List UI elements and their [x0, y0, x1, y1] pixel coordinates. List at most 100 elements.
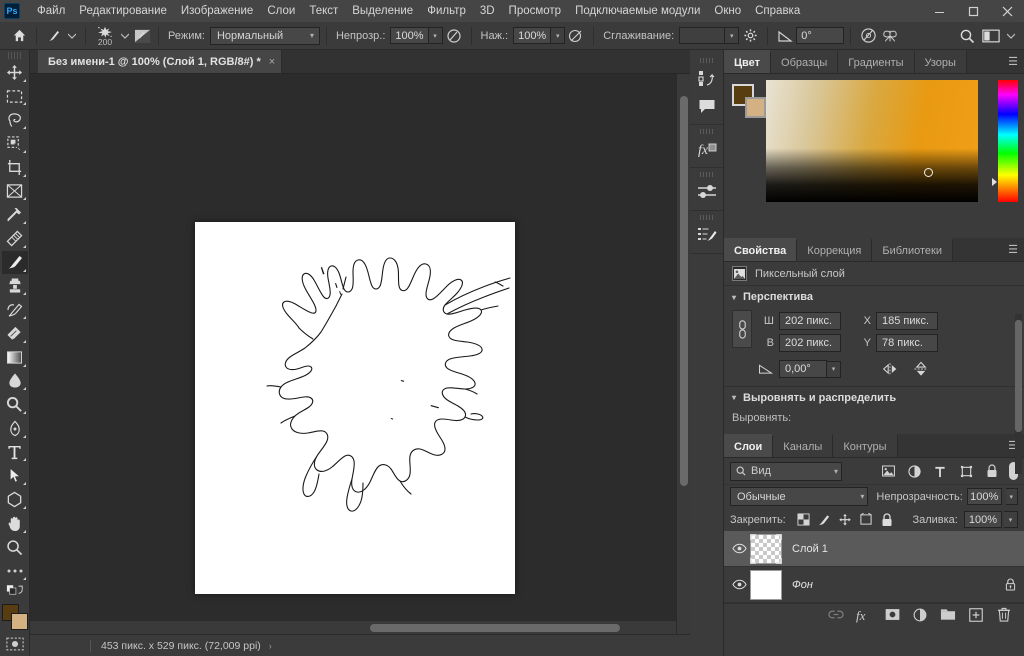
x-field[interactable]: 185 пикс.	[876, 312, 938, 330]
adjustments-icon[interactable]	[690, 178, 724, 206]
fill-value[interactable]: 100%	[963, 511, 1002, 528]
menu-help[interactable]: Справка	[748, 2, 807, 20]
canvas-vertical-scroll-thumb[interactable]	[680, 96, 688, 486]
pen-tool[interactable]	[2, 417, 28, 440]
quick-selection-tool[interactable]	[2, 132, 28, 155]
angle-value[interactable]: 0°	[796, 27, 845, 44]
menu-layers[interactable]: Слои	[260, 2, 302, 20]
dock-grip[interactable]	[699, 129, 714, 134]
layer-visibility-icon[interactable]	[728, 543, 750, 554]
width-field[interactable]: 202 пикс.	[779, 312, 841, 330]
angle-chevron-icon[interactable]: ▾	[827, 360, 841, 378]
lock-transparency-icon[interactable]	[794, 510, 813, 529]
symmetry-icon[interactable]	[857, 25, 879, 47]
shape-tool[interactable]	[2, 488, 28, 511]
canvas-vertical-scrollbar[interactable]	[676, 74, 690, 634]
tab-paths[interactable]: Контуры	[833, 434, 898, 457]
menu-select[interactable]: Выделение	[345, 2, 420, 20]
filter-type-icon[interactable]	[929, 461, 951, 481]
menu-edit[interactable]: Редактирование	[72, 2, 174, 20]
new-layer-icon[interactable]	[966, 605, 986, 625]
workspace-switcher-icon[interactable]	[978, 25, 1004, 47]
tab-swatches[interactable]: Образцы	[771, 50, 839, 73]
brush-size-chevron-icon[interactable]	[118, 25, 132, 47]
search-icon[interactable]	[956, 25, 978, 47]
background-color-swatch[interactable]	[10, 612, 28, 630]
tool-color-swatches[interactable]	[1, 603, 28, 630]
frame-tool[interactable]	[2, 180, 28, 203]
lock-image-icon[interactable]	[815, 510, 834, 529]
blur-tool[interactable]	[2, 370, 28, 393]
crop-tool[interactable]	[2, 156, 28, 179]
eyedropper-tool[interactable]	[2, 203, 28, 226]
tab-color[interactable]: Цвет	[724, 50, 772, 73]
layer-name[interactable]: Слой 1	[792, 543, 1016, 555]
brush-preset-chevron-icon[interactable]	[65, 25, 79, 47]
layer-blend-mode-select[interactable]: Обычные ▾	[730, 487, 869, 506]
smoothing-chevron-icon[interactable]: ▾	[725, 27, 740, 44]
flow-chevron-icon[interactable]: ▾	[551, 27, 566, 44]
smoothing-gear-icon[interactable]	[739, 25, 761, 47]
link-layers-icon[interactable]	[826, 605, 846, 625]
lock-artboard-icon[interactable]	[857, 510, 876, 529]
close-icon[interactable]	[990, 0, 1024, 22]
menu-3d[interactable]: 3D	[473, 2, 502, 20]
minimize-icon[interactable]	[922, 0, 956, 22]
filter-smart-object-icon[interactable]	[981, 461, 1003, 481]
layer-name[interactable]: Фон	[792, 579, 1005, 591]
layer-style-fx-icon[interactable]: fx	[854, 605, 874, 625]
tab-layers[interactable]: Слои	[724, 434, 774, 457]
tab-channels[interactable]: Каналы	[773, 434, 834, 457]
tab-adjustments[interactable]: Коррекция	[797, 238, 873, 261]
background-color-swatch[interactable]	[745, 97, 766, 118]
layer-mask-icon[interactable]	[882, 605, 902, 625]
more-tools[interactable]	[2, 559, 28, 582]
properties-scrollbar[interactable]	[1015, 314, 1022, 474]
type-tool[interactable]	[2, 441, 28, 464]
fill-chevron-icon[interactable]: ▾	[1004, 511, 1018, 528]
lock-position-icon[interactable]	[836, 510, 855, 529]
marquee-tool[interactable]	[2, 85, 28, 108]
menu-view[interactable]: Просмотр	[502, 2, 569, 20]
new-group-icon[interactable]	[938, 605, 958, 625]
brush-tool[interactable]	[1, 250, 28, 274]
y-field[interactable]: 78 пикс.	[876, 334, 938, 352]
canvas-workspace[interactable]	[30, 74, 690, 634]
menu-window[interactable]: Окно	[707, 2, 748, 20]
comments-icon[interactable]	[690, 92, 724, 120]
path-selection-tool[interactable]	[2, 464, 28, 487]
workspace-chevron-icon[interactable]	[1004, 25, 1018, 47]
brush-settings-icon[interactable]	[690, 221, 724, 249]
layer-visibility-icon[interactable]	[728, 579, 750, 590]
lock-all-icon[interactable]	[878, 510, 897, 529]
blend-mode-select[interactable]: Нормальный ▾	[209, 26, 320, 45]
history-icon[interactable]	[690, 64, 724, 92]
gradient-tool[interactable]	[2, 346, 28, 369]
airbrush-icon[interactable]	[565, 25, 587, 47]
opacity-chevron-icon[interactable]: ▾	[428, 27, 443, 44]
panel-menu-icon[interactable]: ☰	[1008, 55, 1018, 68]
opacity-value[interactable]: 100%	[390, 27, 429, 44]
angle-field[interactable]: 0,00°	[779, 360, 827, 378]
panel-menu-icon[interactable]: ☰	[1008, 243, 1018, 256]
dock-grip[interactable]	[699, 172, 714, 177]
menu-file[interactable]: Файл	[30, 2, 72, 20]
height-field[interactable]: 202 пикс.	[779, 334, 841, 352]
align-section-title[interactable]: ▾ Выровнять и распределить	[724, 386, 1024, 408]
dodge-tool[interactable]	[2, 393, 28, 416]
hue-slider-marker[interactable]	[992, 178, 997, 186]
layer-filter-select[interactable]: Вид ▾	[730, 461, 842, 481]
properties-scroll-thumb[interactable]	[1015, 320, 1022, 432]
filter-adjustment-icon[interactable]	[903, 461, 925, 481]
status-chevron-icon[interactable]: ›	[269, 641, 272, 651]
history-brush-tool[interactable]	[2, 298, 28, 321]
link-dimensions-icon[interactable]	[732, 310, 752, 348]
clone-stamp-tool[interactable]	[2, 275, 28, 298]
zoom-tool[interactable]	[2, 536, 28, 559]
quick-mask-icon[interactable]	[2, 632, 28, 655]
flip-vertical-icon[interactable]	[913, 361, 929, 377]
butterfly-symmetry-icon[interactable]	[879, 25, 901, 47]
filter-pixel-icon[interactable]	[877, 461, 899, 481]
hue-slider[interactable]	[998, 80, 1018, 202]
default-colors-icon[interactable]	[2, 583, 28, 600]
